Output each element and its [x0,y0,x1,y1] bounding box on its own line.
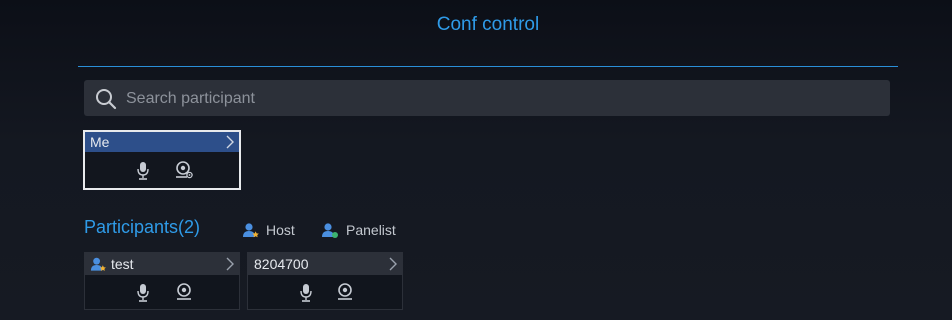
search-bar[interactable] [84,80,890,118]
participant-name: 8204700 [254,256,309,272]
participant-controls [248,275,402,309]
legend-host-label: Host [266,222,295,238]
participants-heading: Participants(2) [84,217,201,237]
microphone-icon[interactable] [137,161,149,181]
chevron-right-icon[interactable] [225,134,235,150]
participant-card-header[interactable]: test [85,253,239,275]
panelist-user-icon [322,223,338,238]
participant-card[interactable]: 8204700 [247,252,403,310]
search-input[interactable] [124,80,868,118]
camera-settings-icon[interactable] [175,160,193,180]
microphone-icon[interactable] [137,283,149,303]
chevron-right-icon[interactable] [388,256,398,272]
host-user-icon [90,257,106,271]
search-icon [96,89,117,110]
camera-icon[interactable] [175,282,193,302]
me-card-name: Me [90,134,110,150]
me-card-header[interactable]: Me [85,132,239,152]
participant-name: test [111,256,134,272]
participant-controls [85,275,239,309]
page-title: Conf control [436,14,540,35]
host-user-icon [243,223,259,238]
microphone-icon[interactable] [300,283,312,303]
legend-panelist-label: Panelist [346,222,396,238]
camera-icon[interactable] [336,282,354,302]
me-card-controls [85,152,239,186]
title-divider [78,66,898,67]
participant-card-header[interactable]: 8204700 [248,253,402,275]
me-card[interactable]: Me [83,130,241,190]
chevron-right-icon[interactable] [225,256,235,272]
participant-card[interactable]: test [84,252,240,310]
